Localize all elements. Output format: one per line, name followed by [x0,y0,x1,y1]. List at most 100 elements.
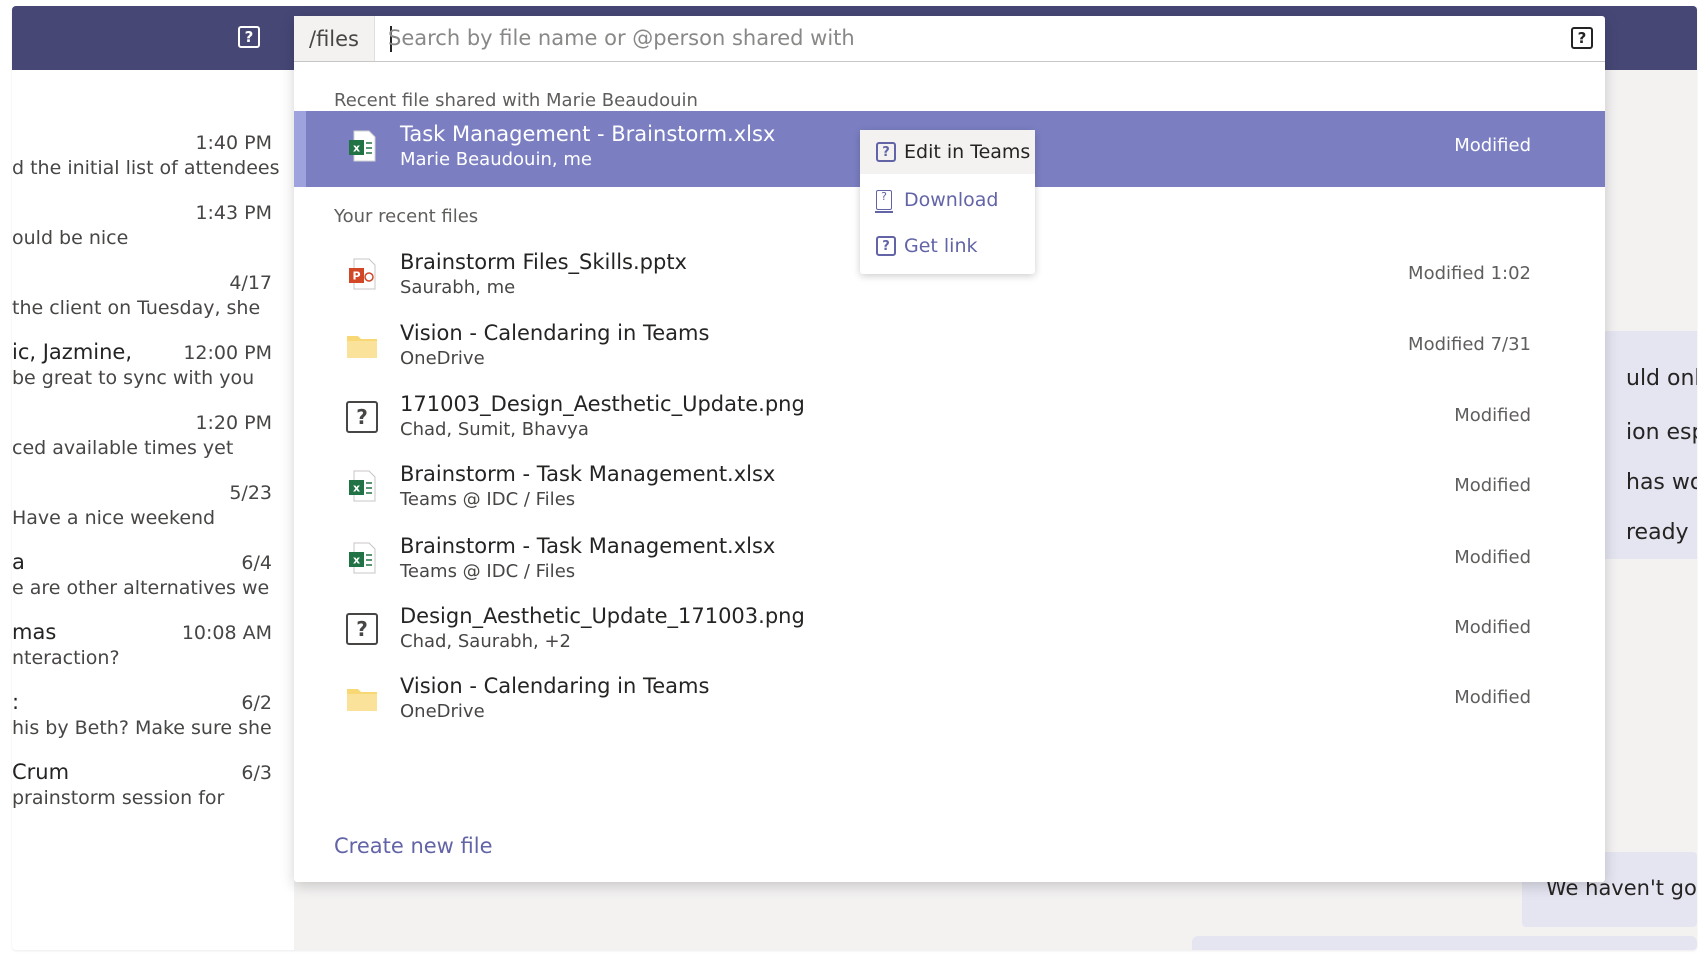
file-shared-with: OneDrive [400,701,485,722]
compose-box[interactable] [1192,936,1697,950]
chat-item[interactable]: 5/23 Have a nice weekend [12,480,282,550]
svg-text:x: x [353,554,360,567]
chat-preview: nteraction? [12,647,120,669]
message-text: ion espe [1626,420,1697,445]
chat-time: 6/3 [241,762,272,784]
file-row[interactable]: Vision - Calendaring in Teams OneDrive M… [294,663,1605,739]
chat-preview: his by Beth? Make sure she [12,717,272,739]
menu-item-label: Get link [904,235,978,257]
file-modified: Modified [1454,547,1531,568]
folder-icon [347,689,377,711]
chat-item[interactable]: ic, Jazmine, 12:00 PM be great to sync w… [12,340,282,410]
menu-item-download[interactable]: ? Download [860,178,1035,222]
help-icon[interactable]: ? [238,26,260,48]
chat-preview: d the initial list of attendees [12,157,280,179]
chat-item[interactable]: 4/17 the client on Tuesday, she [12,270,282,340]
message-text: ready ur [1626,520,1697,545]
file-shared-with: OneDrive [400,348,485,369]
link-icon: ? [876,236,896,256]
download-icon: ? [875,190,893,213]
file-title: Vision - Calendaring in Teams [400,321,710,345]
chat-preview: Have a nice weekend [12,507,216,529]
chat-preview: prainstorm session for [12,787,225,809]
chat-name: a [12,550,25,574]
chat-item[interactable]: 1:20 PM ced available times yet [12,410,282,480]
chat-item[interactable]: : 6/2 his by Beth? Make sure she [12,690,282,760]
file-shared-with: Teams @ IDC / Files [400,561,576,582]
file-title: Task Management - Brainstorm.xlsx [400,122,776,146]
chat-time: 1:20 PM [195,412,272,434]
menu-item-get-link[interactable]: ? Get link [860,224,1035,268]
section-header-recent: Your recent files [334,206,479,227]
unknown-file-icon: ? [346,401,378,433]
section-header-shared: Recent file shared with Marie Beaudouin [334,90,698,111]
chat-time: 1:40 PM [195,132,272,154]
file-context-menu: ? Edit in Teams ? Download ? Get link [860,130,1035,274]
svg-text:P: P [352,270,360,283]
file-modified: Modified 1:02 [1408,263,1531,284]
menu-item-label: Download [904,189,999,211]
chat-name: : [12,690,20,714]
create-new-file-link[interactable]: Create new file [334,834,493,858]
chat-time: 5/23 [229,482,272,504]
file-modified: Modified [1454,475,1531,496]
excel-icon: x [349,470,376,502]
edit-icon: ? [876,142,896,162]
svg-text:x: x [353,482,360,495]
file-row[interactable]: x Brainstorm - Task Management.xlsx Team… [294,451,1605,527]
file-title: Brainstorm - Task Management.xlsx [400,534,776,558]
chat-preview: e are other alternatives we [12,577,270,599]
chat-item[interactable]: mas 10:08 AM nteraction? [12,620,282,690]
chat-name: mas [12,620,57,644]
file-modified: Modified [1454,617,1531,638]
search-input[interactable] [388,22,1448,54]
chat-name: Crum [12,760,70,784]
chat-time: 10:08 AM [181,622,272,644]
message-text: uld only [1626,366,1697,391]
powerpoint-icon: P [349,258,376,290]
chat-time: 12:00 PM [183,342,272,364]
chat-preview: be great to sync with you [12,367,255,389]
file-shared-with: Marie Beaudouin, me [400,149,592,170]
chat-preview: ould be nice [12,227,129,249]
unknown-file-icon: ? [346,613,378,645]
excel-icon: x [349,542,376,574]
file-shared-with: Teams @ IDC / Files [400,489,576,510]
chat-item[interactable]: 1:40 PM d the initial list of attendees [12,130,282,200]
chat-list: 1:40 PM d the initial list of attendees … [12,70,294,950]
file-title: Brainstorm - Task Management.xlsx [400,462,776,486]
file-shared-with: Chad, Sumit, Bhavya [400,419,589,440]
chat-time: 1:43 PM [195,202,272,224]
file-row[interactable]: x Brainstorm - Task Management.xlsx Team… [294,523,1605,599]
menu-item-label: Edit in Teams [904,141,1031,163]
file-title: Brainstorm Files_Skills.pptx [400,250,687,274]
file-shared-with: Chad, Saurabh, +2 [400,631,571,652]
file-shared-with: Saurabh, me [400,277,516,298]
chat-item[interactable]: Crum 6/3 prainstorm session for [12,760,282,830]
file-row[interactable]: ? Design_Aesthetic_Update_171003.png Cha… [294,593,1605,669]
chat-time: 6/4 [241,552,272,574]
menu-item-edit-in-teams[interactable]: ? Edit in Teams [860,130,1035,174]
file-modified: Modified [1454,135,1531,156]
file-modified: Modified 7/31 [1408,334,1531,355]
file-title: Design_Aesthetic_Update_171003.png [400,604,805,628]
chat-name: ic, Jazmine, [12,340,133,364]
file-row[interactable]: Vision - Calendaring in Teams OneDrive M… [294,310,1605,386]
message-text: has work [1626,470,1697,495]
file-modified: Modified [1454,687,1531,708]
chat-time: 4/17 [229,272,272,294]
folder-icon [347,336,377,358]
excel-icon: x [349,130,376,162]
chat-item[interactable]: 1:43 PM ould be nice [12,200,282,270]
search-bar: /files ? [294,16,1605,62]
svg-text:x: x [353,142,360,155]
chat-preview: ced available times yet [12,437,234,459]
help-icon[interactable]: ? [1571,27,1593,49]
file-row[interactable]: ? 171003_Design_Aesthetic_Update.png Cha… [294,381,1605,457]
chat-time: 6/2 [241,692,272,714]
file-modified: Modified [1454,405,1531,426]
command-label: /files [294,16,375,61]
chat-item[interactable]: a 6/4 e are other alternatives we [12,550,282,620]
file-title: 171003_Design_Aesthetic_Update.png [400,392,805,416]
chat-preview: the client on Tuesday, she [12,297,261,319]
